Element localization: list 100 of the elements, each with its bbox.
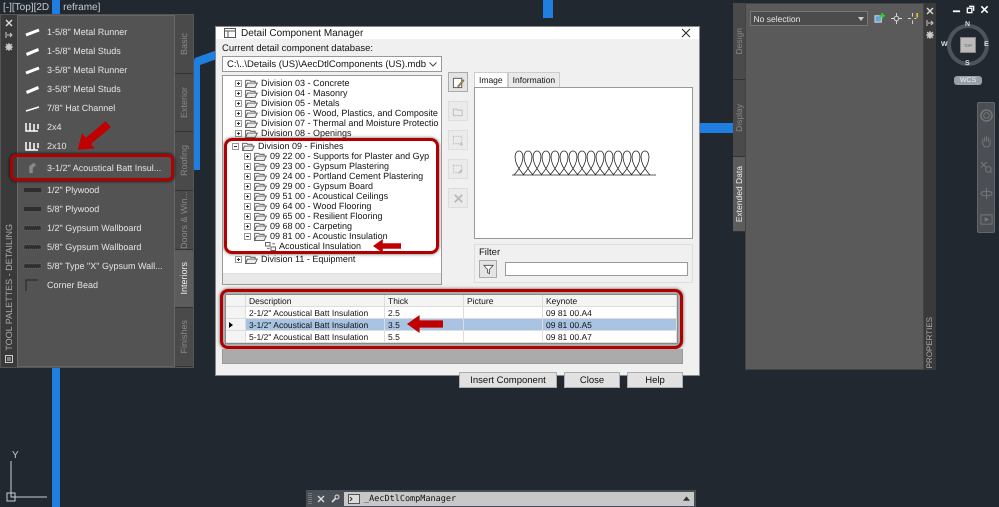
folder-icon: [254, 182, 267, 190]
tool-item[interactable]: 1/2" Gypsum Wallboard: [18, 218, 142, 237]
palette-tab[interactable]: Extended Data: [733, 157, 745, 232]
properties-icon[interactable]: [5, 355, 13, 363]
ucs-axes-icon: [5, 461, 47, 503]
expand-toggle[interactable]: [244, 202, 251, 210]
pin-icon[interactable]: [5, 31, 13, 39]
tree-item[interactable]: Division 09 - Finishes: [258, 141, 344, 151]
row-header-cell[interactable]: [226, 331, 246, 342]
restore-icon[interactable]: [966, 5, 975, 14]
expand-toggle[interactable]: [244, 152, 251, 160]
row-header-cell[interactable]: [226, 307, 246, 318]
expand-toggle[interactable]: [244, 232, 251, 240]
column-header[interactable]: Picture: [464, 295, 543, 306]
tool-item[interactable]: 3-5/8" Metal Studs: [18, 79, 121, 98]
palette-title: TOOL PALETTES - DETAILING: [4, 224, 14, 351]
database-dropdown[interactable]: C:\..\Details (US)\AecDtlComponents (US).mdb: [222, 56, 442, 72]
tool-item[interactable]: 1-5/8" Metal Studs: [18, 41, 121, 60]
close-icon[interactable]: [681, 28, 691, 38]
tree-item[interactable]: Division 07 - Thermal and Moisture Protectio: [261, 118, 438, 128]
settings-icon[interactable]: [926, 31, 934, 39]
tree-item[interactable]: Division 08 - Openings: [261, 128, 352, 138]
tool-item[interactable]: 2x10: [18, 136, 67, 155]
expand-toggle[interactable]: [235, 90, 242, 96]
expand-toggle[interactable]: [244, 192, 251, 200]
expand-toggle[interactable]: [232, 142, 239, 150]
folder-icon: [245, 254, 258, 264]
tree-item[interactable]: Acoustical Insulation: [279, 241, 362, 251]
tree-item[interactable]: Division 05 - Metals: [261, 98, 340, 108]
filter-field[interactable]: [505, 262, 688, 276]
expand-toggle[interactable]: [235, 130, 242, 136]
tree-item[interactable]: 09 81 00 - Acoustic Insulation: [270, 231, 388, 241]
expand-toggle[interactable]: [235, 110, 242, 116]
wrench-icon[interactable]: [330, 494, 340, 504]
tree-item[interactable]: 09 64 00 - Wood Flooring: [270, 201, 372, 211]
component-icon: [265, 242, 276, 250]
expand-toggle[interactable]: [244, 172, 251, 180]
tool-item[interactable]: 7/8" Hat Channel: [18, 98, 116, 117]
tree-item[interactable]: Division 06 - Wood, Plastics, and Composite: [261, 108, 438, 118]
dialog-button[interactable]: Help: [627, 372, 683, 388]
tree-item[interactable]: Division 11 - Equipment: [261, 254, 356, 264]
column-header[interactable]: Thick: [385, 295, 464, 306]
expand-toggle[interactable]: [235, 100, 242, 106]
database-label: Current detail component database:: [222, 43, 374, 54]
command-field[interactable]: _AecDtlCompManager: [344, 492, 694, 506]
wall-segment: [543, 0, 553, 18]
preview-tab[interactable]: Image: [474, 72, 508, 87]
expand-toggle[interactable]: [244, 212, 251, 220]
tree-item[interactable]: 09 29 00 - Gypsum Board: [270, 181, 374, 191]
table-cell: 09 81 00.A7: [546, 332, 592, 342]
tree-item[interactable]: 09 51 00 - Acoustical Ceilings: [270, 191, 388, 201]
tool-item[interactable]: 3-1/2" Acoustical Batt Insul...: [18, 158, 171, 177]
folder-icon: [242, 142, 255, 150]
viewport-label[interactable]: [-][Top][2D: [3, 2, 50, 13]
prompt-icon[interactable]: [348, 494, 360, 504]
pin-icon[interactable]: [926, 19, 934, 27]
horizontal-scrollbar[interactable]: [223, 273, 441, 284]
tree-item[interactable]: 09 65 00 - Resilient Flooring: [270, 211, 383, 221]
row-header-cell[interactable]: [226, 319, 246, 330]
tree-item[interactable]: Division 03 - Concrete: [261, 78, 350, 88]
tool-item[interactable]: 2x4: [18, 117, 62, 136]
caret-up-icon[interactable]: [683, 496, 690, 501]
viewport-label[interactable]: reframe]: [63, 2, 100, 13]
crosshair-icon[interactable]: [890, 13, 902, 24]
filter-button[interactable]: [479, 260, 497, 278]
tree-item[interactable]: 09 22 00 - Supports for Plaster and Gyp: [270, 151, 430, 161]
folder-icon: [254, 172, 267, 180]
expand-toggle[interactable]: [244, 222, 251, 230]
expand-toggle[interactable]: [235, 256, 242, 262]
expand-toggle[interactable]: [244, 162, 251, 170]
tree-item[interactable]: 09 24 00 - Portland Cement Plastering: [270, 171, 424, 181]
tool-item[interactable]: 1-5/8" Metal Runner: [18, 22, 128, 41]
dialog-button[interactable]: Insert Component: [459, 372, 557, 388]
expand-toggle[interactable]: [244, 182, 251, 190]
grid-row[interactable]: 5-1/2" Acoustical Batt Insulation 5.5 09 81 00.A7: [226, 331, 677, 343]
expand-toggle[interactable]: [235, 120, 242, 126]
column-header[interactable]: Keynote: [543, 295, 677, 306]
table-cell: 2.5: [388, 308, 400, 318]
tool-item[interactable]: 3-5/8" Metal Runner: [18, 60, 128, 79]
table-cell: 5-1/2" Acoustical Batt Insulation: [249, 332, 368, 342]
tree-item[interactable]: 09 23 00 - Gypsum Plastering: [270, 161, 390, 171]
tool-item[interactable]: 5/8" Type "X" Gypsum Wall...: [18, 256, 163, 275]
preview-tab[interactable]: Information: [508, 72, 560, 87]
dialog-button[interactable]: Close: [564, 372, 620, 388]
add-selection-icon[interactable]: [874, 13, 885, 24]
tool-button[interactable]: [448, 72, 468, 92]
quick-select-icon[interactable]: [908, 13, 919, 24]
tree-item[interactable]: 09 68 00 - Carpeting: [270, 221, 352, 231]
palette-tab[interactable]: Interiors: [175, 250, 193, 308]
settings-icon[interactable]: [5, 43, 13, 51]
tool-item[interactable]: 5/8" Gypsum Wallboard: [18, 237, 142, 256]
expand-toggle[interactable]: [235, 80, 242, 86]
table-cell: 09 81 00.A4: [546, 308, 592, 318]
selection-dropdown[interactable]: No selection: [750, 11, 868, 26]
delete-icon: [452, 192, 464, 204]
column-header[interactable]: Description: [246, 295, 385, 306]
tool-item[interactable]: 5/8" Plywood: [18, 199, 100, 218]
tool-item[interactable]: Corner Bead: [18, 275, 98, 294]
tool-item[interactable]: 1/2" Plywood: [18, 180, 100, 199]
tree-item[interactable]: Division 04 - Masonry: [261, 88, 348, 98]
